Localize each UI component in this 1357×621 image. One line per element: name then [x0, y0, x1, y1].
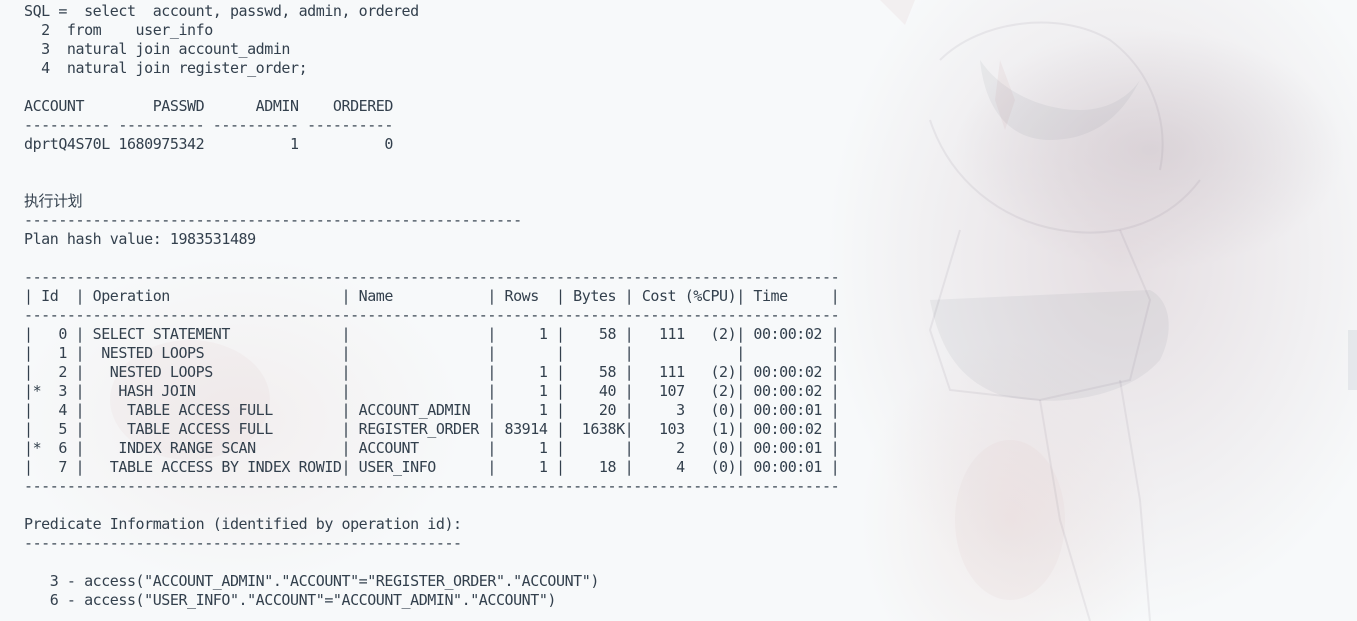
execution-plan-heading: 执行计划: [24, 192, 83, 210]
predicate-line: 6 - access("USER_INFO"."ACCOUNT"="ACCOUN…: [24, 591, 557, 609]
plan-table-row: |* 6 | INDEX RANGE SCAN | ACCOUNT | 1 | …: [24, 439, 840, 457]
plan-table-row: |* 3 | HASH JOIN | | 1 | 40 | 107 (2)| 0…: [24, 382, 840, 400]
result-row-line: dprtQ4S70L 1680975342 1 0: [24, 135, 393, 153]
plan-table-border-line: ----------------------------------------…: [24, 268, 840, 286]
plan-table-header-line: | Id | Operation | Name | Rows | Bytes |…: [24, 287, 840, 305]
predicate-info-heading: Predicate Information (identified by ope…: [24, 515, 462, 533]
predicate-separator-line: ----------------------------------------…: [24, 534, 462, 552]
plan-hash-value-line: Plan hash value: 1983531489: [24, 230, 256, 248]
plan-table-row: | 2 | NESTED LOOPS | | 1 | 58 | 111 (2)|…: [24, 363, 840, 381]
plan-table-row: | 7 | TABLE ACCESS BY INDEX ROWID| USER_…: [24, 458, 840, 476]
plan-table-border-line: ----------------------------------------…: [24, 477, 840, 495]
predicate-line: 3 - access("ACCOUNT_ADMIN"."ACCOUNT"="RE…: [24, 572, 600, 590]
sql-statement-line: 4 natural join register_order;: [24, 59, 308, 77]
result-header-line: ACCOUNT PASSWD ADMIN ORDERED: [24, 97, 393, 115]
terminal-output: SQL = select account, passwd, admin, ord…: [24, 2, 840, 610]
plan-table-border-line: ----------------------------------------…: [24, 306, 840, 324]
plan-table-row: | 4 | TABLE ACCESS FULL | ACCOUNT_ADMIN …: [24, 401, 840, 419]
plan-table-row: | 0 | SELECT STATEMENT | | 1 | 58 | 111 …: [24, 325, 840, 343]
result-separator-line: ---------- ---------- ---------- -------…: [24, 116, 393, 134]
sql-statement-line: SQL = select account, passwd, admin, ord…: [24, 2, 419, 20]
plan-table-row: | 5 | TABLE ACCESS FULL | REGISTER_ORDER…: [24, 420, 840, 438]
sql-statement-line: 2 from user_info: [24, 21, 213, 39]
plan-table-row: | 1 | NESTED LOOPS | | | | | |: [24, 344, 840, 362]
sql-statement-line: 3 natural join account_admin: [24, 40, 291, 58]
scrollbar-thumb[interactable]: [1348, 330, 1357, 390]
plan-separator-line: ----------------------------------------…: [24, 211, 522, 229]
